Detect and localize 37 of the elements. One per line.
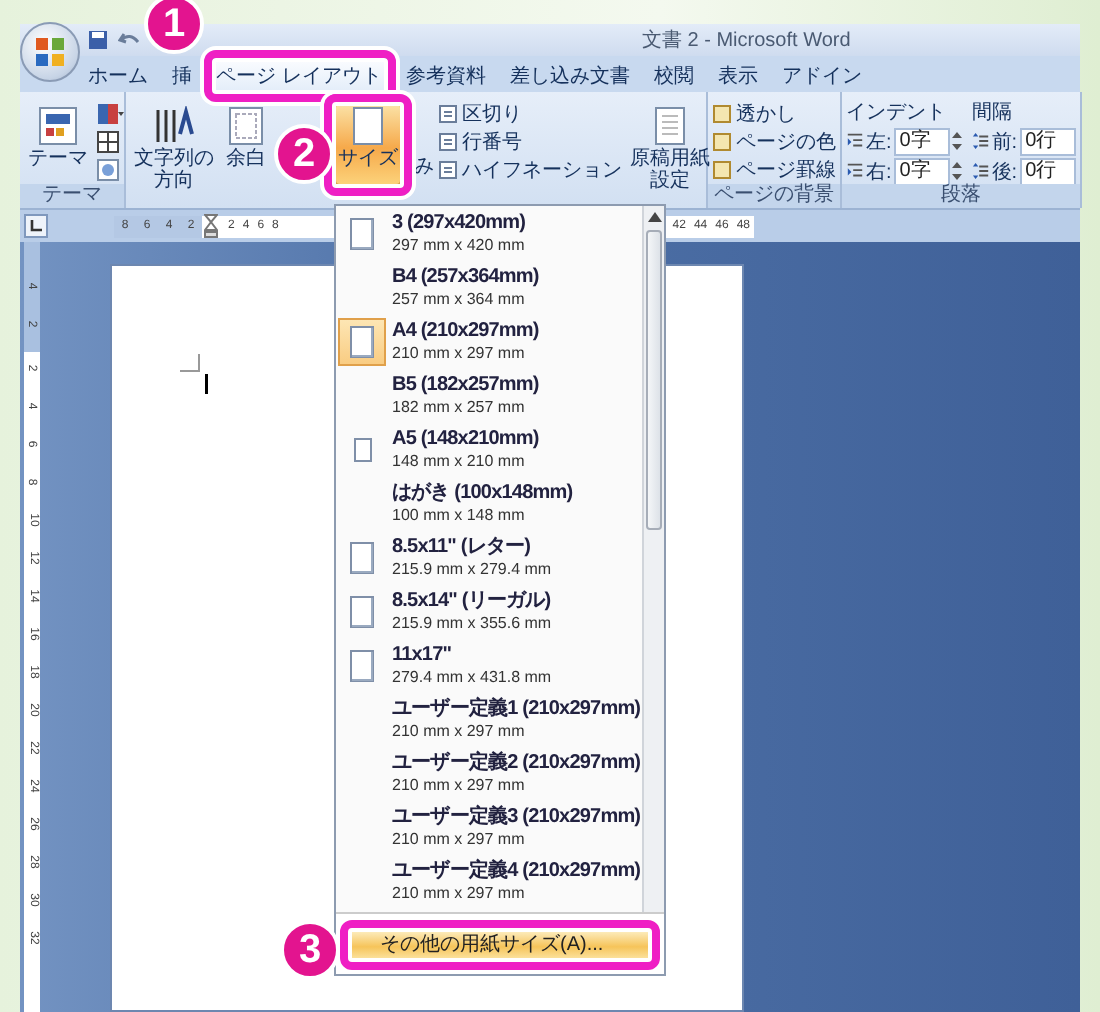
field-label: 左: bbox=[866, 129, 892, 155]
paper-size-dimensions: 297 mm x 420 mm bbox=[392, 233, 526, 255]
paper-size-dimensions: 215.9 mm x 279.4 mm bbox=[392, 557, 552, 579]
paper-size-name: A4 (210x297mm) bbox=[392, 319, 539, 341]
group-label: ページの背景 bbox=[708, 184, 840, 208]
paper-size-name: A5 (148x210mm) bbox=[392, 427, 539, 449]
paper-size-dimensions: 148 mm x 210 mm bbox=[392, 449, 527, 471]
paper-size-name: 8.5x14" (リーガル) bbox=[392, 589, 552, 611]
paper-size-dimensions: 210 mm x 297 mm bbox=[392, 719, 527, 741]
paper-size-name: ユーザー定義2 (210x297mm) bbox=[392, 751, 641, 773]
spacing-label: 間隔 bbox=[971, 102, 1014, 124]
paper-size-dimensions: 257 mm x 364 mm bbox=[392, 287, 527, 309]
paper-size-name: 8.5x11" (レター) bbox=[392, 535, 533, 557]
window-title: 文書 2 - Microsoft Word bbox=[642, 27, 851, 54]
field-label: 右: bbox=[866, 159, 892, 185]
group-label: テーマ bbox=[20, 184, 124, 208]
paper-size-name: B4 (257x364mm) bbox=[392, 265, 539, 287]
paper-size-dimensions: 215.9 mm x 355.6 mm bbox=[392, 611, 552, 633]
paper-size-name: 3 (297x420mm) bbox=[392, 211, 526, 233]
group-label: 段落 bbox=[842, 184, 1080, 208]
indent-label: インデント bbox=[846, 102, 948, 124]
paper-size-name: 11x17" bbox=[392, 643, 454, 665]
paper-size-name: ユーザー定義3 (210x297mm) bbox=[392, 805, 641, 827]
paper-size-name: ユーザー定義4 (210x297mm) bbox=[392, 859, 641, 881]
field-label: 前: bbox=[991, 129, 1018, 155]
field-label: 後: bbox=[991, 159, 1018, 185]
paper-size-dimensions: 100 mm x 148 mm bbox=[392, 503, 527, 525]
paper-size-dimensions: 279.4 mm x 431.8 mm bbox=[392, 665, 552, 687]
paper-size-dimensions: 210 mm x 297 mm bbox=[392, 881, 527, 903]
paper-size-dimensions: 210 mm x 297 mm bbox=[392, 773, 527, 795]
step-number: 1 bbox=[144, 0, 204, 54]
paper-size-dimensions: 182 mm x 257 mm bbox=[392, 395, 527, 417]
paper-size-name: B5 (182x257mm) bbox=[392, 373, 539, 395]
paper-size-dimensions: 210 mm x 297 mm bbox=[392, 341, 527, 363]
paper-size-name: はがき (100x148mm) bbox=[392, 481, 573, 503]
paper-size-dimensions: 210 mm x 297 mm bbox=[392, 827, 527, 849]
paper-size-name: ユーザー定義1 (210x297mm) bbox=[392, 697, 641, 719]
